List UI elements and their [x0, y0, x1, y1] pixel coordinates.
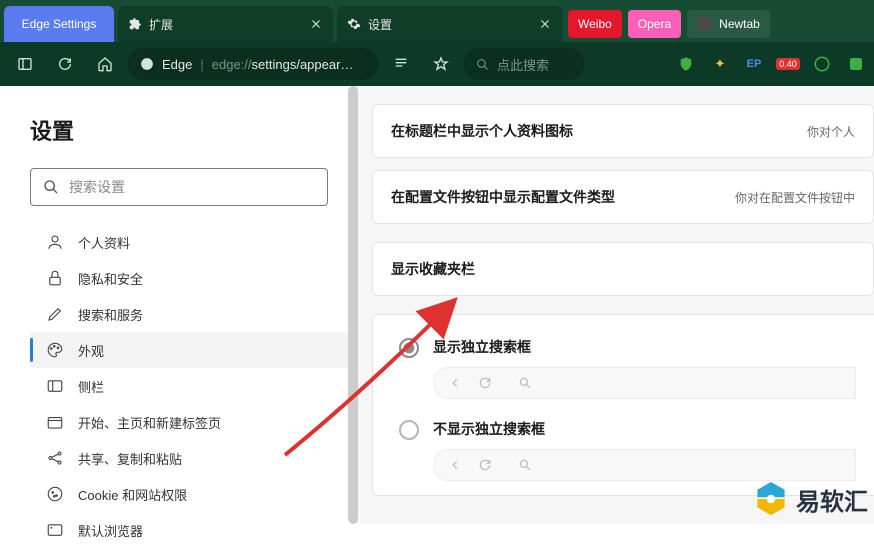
option-show-search-box[interactable]: 显示独立搜索框 — [391, 331, 856, 413]
sidebar-item-start[interactable]: 开始、主页和新建标签页 — [30, 404, 353, 440]
pill-label: Newtab — [719, 17, 760, 31]
settings-sidebar: 设置 个人资料 隐私和安全 搜索和服务 外观 侧栏 开始、主页和新建标签页 共享… — [0, 86, 354, 524]
tab-extensions[interactable]: 扩展 — [118, 6, 333, 42]
sidebar-item-label: 隐私和安全 — [78, 269, 143, 288]
watermark-icon — [754, 480, 788, 518]
favorite-button[interactable] — [424, 47, 458, 81]
setting-row-profile-icon[interactable]: 在标题栏中显示个人资料图标 你对个人 — [372, 104, 874, 158]
search-box-section: 显示独立搜索框 不显示独立搜索框 — [372, 314, 874, 496]
url-path: settings/appear… — [252, 57, 354, 72]
edge-icon — [140, 57, 154, 71]
setting-row-favorites-bar[interactable]: 显示收藏夹栏 — [372, 242, 874, 296]
ext-icon-4[interactable] — [846, 54, 866, 74]
search-icon — [476, 58, 489, 71]
sidebar-item-default-browser[interactable]: 默认浏览器 — [30, 512, 353, 548]
back-icon — [448, 458, 462, 472]
sidebar-item-share[interactable]: 共享、复制和粘贴 — [30, 440, 353, 476]
search-icon — [518, 376, 532, 390]
row-title: 显示收藏夹栏 — [391, 259, 475, 279]
pill-opera[interactable]: Opera — [628, 10, 681, 38]
refresh-button[interactable] — [48, 47, 82, 81]
profile-icon — [46, 233, 64, 251]
search-input[interactable] — [69, 179, 315, 195]
ext-badge[interactable]: 0.40 — [778, 54, 798, 74]
browser-name: Edge — [162, 57, 192, 72]
omnibox-search[interactable]: 点此搜索 — [464, 48, 584, 80]
sidebar-item-search-services[interactable]: 搜索和服务 — [30, 296, 353, 332]
ext-icon-3[interactable] — [812, 54, 832, 74]
content-area: 设置 个人资料 隐私和安全 搜索和服务 外观 侧栏 开始、主页和新建标签页 共享… — [0, 86, 874, 524]
settings-search[interactable] — [30, 168, 328, 206]
search-icon — [43, 179, 59, 195]
row-desc: 你对在配置文件按钮中 — [735, 189, 855, 206]
pill-newtab[interactable]: Newtab — [687, 10, 770, 38]
cookie-icon — [46, 485, 64, 503]
ext-icon-ep[interactable]: EP — [744, 54, 764, 74]
back-icon — [448, 376, 462, 390]
url-scheme: edge:// — [212, 57, 252, 72]
row-desc: 你对个人 — [807, 123, 855, 140]
sidebar-item-label: 开始、主页和新建标签页 — [78, 413, 221, 432]
option-label: 不显示独立搜索框 — [433, 419, 856, 439]
palette-icon — [46, 341, 64, 359]
watermark-text: 易软汇 — [796, 482, 868, 517]
panel-icon — [46, 377, 64, 395]
sidebar-item-label: 侧栏 — [78, 377, 104, 396]
tab-icon — [46, 413, 64, 431]
sidebar-item-sidebar[interactable]: 侧栏 — [30, 368, 353, 404]
lock-icon — [46, 269, 64, 287]
tab-edge-settings[interactable]: Edge Settings — [4, 6, 114, 42]
sidebar-item-label: 个人资料 — [78, 233, 130, 252]
radio-icon[interactable] — [399, 420, 419, 440]
close-icon[interactable] — [309, 17, 323, 31]
extension-icons: ✦ EP 0.40 — [676, 54, 866, 74]
sidebar-item-label: 外观 — [78, 341, 104, 360]
share-icon — [46, 449, 64, 467]
sidebar-item-label: 共享、复制和粘贴 — [78, 449, 182, 468]
search-placeholder: 点此搜索 — [497, 55, 549, 74]
sidebar-item-label: 搜索和服务 — [78, 305, 143, 324]
refresh-icon — [478, 458, 492, 472]
shield-icon[interactable] — [676, 54, 696, 74]
reader-button[interactable] — [384, 47, 418, 81]
sidebar-item-label: 默认浏览器 — [78, 521, 143, 540]
sidebar-toggle-button[interactable] — [8, 47, 42, 81]
preview-toolbar — [433, 367, 856, 399]
pencil-icon — [46, 305, 64, 323]
titlebar: Edge Settings 扩展 设置 Weibo Opera Newtab — [0, 0, 874, 42]
sidebar-item-cookies[interactable]: Cookie 和网站权限 — [30, 476, 353, 512]
ext-icon-1[interactable]: ✦ — [710, 54, 730, 74]
tab-label: 设置 — [368, 16, 392, 33]
square-icon — [697, 17, 711, 31]
toolbar: Edge | edge://settings/appear… 点此搜索 ✦ EP… — [0, 42, 874, 86]
tab-label: 扩展 — [149, 16, 173, 33]
puzzle-icon — [128, 17, 142, 31]
address-bar[interactable]: Edge | edge://settings/appear… — [128, 48, 378, 80]
sidebar-item-privacy[interactable]: 隐私和安全 — [30, 260, 353, 296]
row-title: 在标题栏中显示个人资料图标 — [391, 121, 573, 141]
watermark: 易软汇 — [754, 480, 868, 518]
pill-weibo[interactable]: Weibo — [568, 10, 622, 38]
sidebar-item-profile[interactable]: 个人资料 — [30, 224, 353, 260]
gear-icon — [347, 17, 361, 31]
setting-row-profile-type[interactable]: 在配置文件按钮中显示配置文件类型 你对在配置文件按钮中 — [372, 170, 874, 224]
preview-toolbar — [433, 449, 856, 481]
sidebar-item-label: Cookie 和网站权限 — [78, 485, 187, 504]
option-label: 显示独立搜索框 — [433, 337, 856, 357]
main-panel: 在标题栏中显示个人资料图标 你对个人 在配置文件按钮中显示配置文件类型 你对在配… — [354, 86, 874, 524]
row-title: 在配置文件按钮中显示配置文件类型 — [391, 187, 615, 207]
close-icon[interactable] — [538, 17, 552, 31]
sidebar-title: 设置 — [30, 114, 353, 146]
tab-settings[interactable]: 设置 — [337, 6, 562, 42]
search-icon — [518, 458, 532, 472]
refresh-icon — [478, 376, 492, 390]
radio-icon[interactable] — [399, 338, 419, 358]
home-button[interactable] — [88, 47, 122, 81]
sidebar-item-appearance[interactable]: 外观 — [30, 332, 353, 368]
